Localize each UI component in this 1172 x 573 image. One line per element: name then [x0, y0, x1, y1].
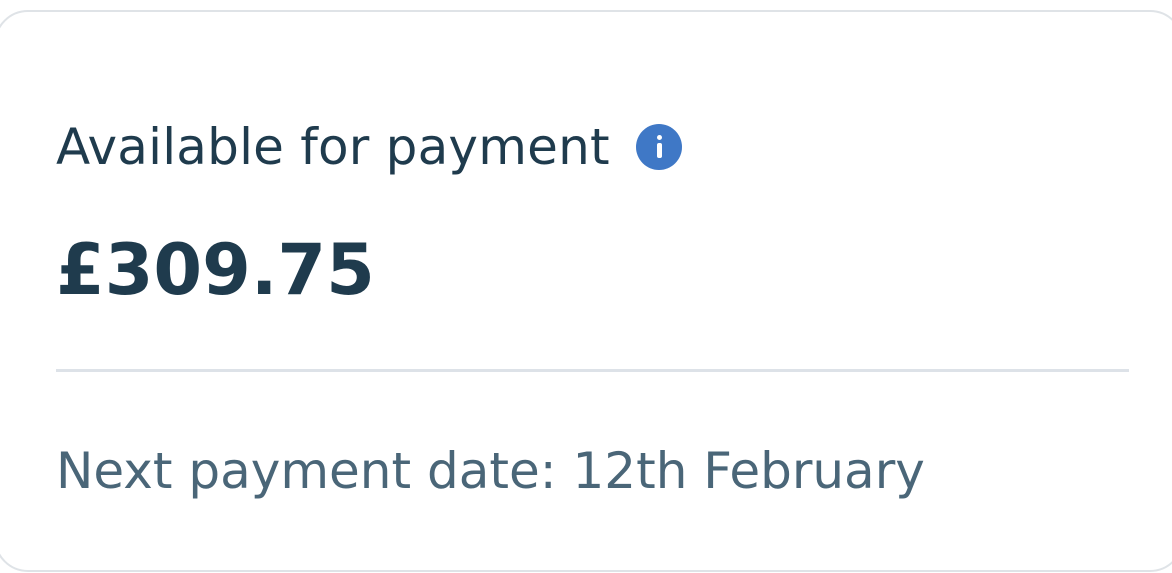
- info-icon-bar: [656, 143, 662, 158]
- info-icon[interactable]: [635, 124, 682, 170]
- available-amount: £309.75: [56, 229, 375, 311]
- info-icon-dot: [656, 135, 662, 140]
- payment-card: Available for payment £309.75 Next payme…: [0, 10, 1172, 572]
- next-payment-date: Next payment date: 12th February: [56, 442, 925, 500]
- divider: [56, 369, 1129, 372]
- available-header: Available for payment: [56, 116, 682, 178]
- available-for-payment-label: Available for payment: [56, 118, 610, 176]
